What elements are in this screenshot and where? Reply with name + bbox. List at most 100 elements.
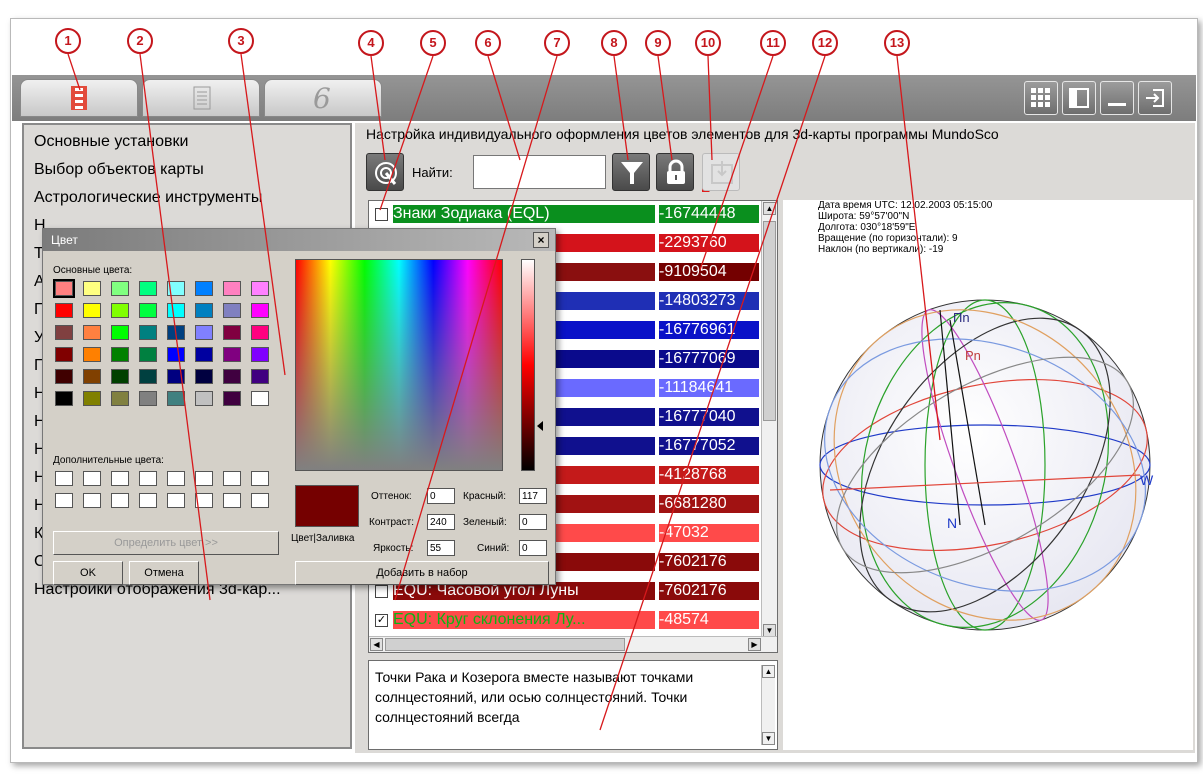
scroll-right-icon[interactable]: ▶ — [748, 638, 761, 651]
panel-button[interactable] — [1062, 81, 1096, 115]
sidebar-item-astro-tools[interactable]: Астрологические инструменты — [34, 189, 262, 207]
custom-color-swatch[interactable] — [195, 471, 213, 486]
basic-color-swatch[interactable] — [83, 303, 101, 318]
basic-color-swatch[interactable] — [167, 325, 185, 340]
find-input[interactable] — [473, 155, 606, 189]
sidebar-item-basic-settings[interactable]: Основные установки — [34, 133, 188, 151]
basic-color-swatch[interactable] — [111, 369, 129, 384]
basic-color-swatch[interactable] — [223, 281, 241, 296]
scroll-thumb[interactable] — [763, 221, 776, 421]
basic-color-swatch[interactable] — [251, 325, 269, 340]
tab-document[interactable] — [142, 79, 260, 117]
table-horizontal-scrollbar[interactable]: ◀ ▶ — [369, 636, 777, 652]
basic-color-swatch[interactable] — [195, 303, 213, 318]
description-scrollbar[interactable]: ▲ ▼ — [761, 665, 775, 745]
basic-color-swatch[interactable] — [223, 325, 241, 340]
custom-color-swatch[interactable] — [167, 493, 185, 508]
brightness-input[interactable] — [427, 540, 455, 556]
luminance-arrow-icon[interactable] — [537, 421, 543, 431]
define-color-button[interactable]: Определить цвет >> — [53, 531, 279, 555]
basic-color-swatch[interactable] — [139, 347, 157, 362]
custom-color-swatch[interactable] — [55, 493, 73, 508]
basic-color-swatch[interactable] — [111, 325, 129, 340]
basic-color-swatch[interactable] — [139, 325, 157, 340]
scroll-h-thumb[interactable] — [385, 638, 625, 651]
basic-color-swatch[interactable] — [167, 347, 185, 362]
color-spectrum[interactable] — [295, 259, 503, 471]
desc-scroll-up-icon[interactable]: ▲ — [762, 665, 775, 678]
basic-color-swatch[interactable] — [83, 347, 101, 362]
picker-button[interactable] — [366, 153, 404, 191]
scroll-up-icon[interactable]: ▲ — [763, 202, 776, 215]
basic-color-swatch[interactable] — [251, 391, 269, 406]
basic-color-swatch[interactable] — [83, 281, 101, 296]
basic-color-swatch[interactable] — [83, 369, 101, 384]
basic-color-swatch[interactable] — [139, 391, 157, 406]
basic-color-swatch[interactable] — [195, 325, 213, 340]
blue-input[interactable] — [519, 540, 547, 556]
basic-color-swatch[interactable] — [223, 369, 241, 384]
dialog-close-icon[interactable]: × — [533, 232, 549, 248]
basic-color-swatch[interactable] — [55, 391, 73, 406]
custom-color-swatch[interactable] — [223, 493, 241, 508]
basic-color-swatch[interactable] — [167, 281, 185, 296]
luminance-slider[interactable] — [521, 259, 535, 471]
custom-color-swatch[interactable] — [139, 493, 157, 508]
table-row[interactable]: ✓ EQU: Круг склонения Лу... -48574 — [369, 608, 761, 633]
ok-button[interactable]: OK — [53, 561, 123, 585]
basic-color-swatch[interactable] — [167, 391, 185, 406]
basic-color-swatch[interactable] — [139, 303, 157, 318]
row-checkbox[interactable] — [375, 585, 388, 598]
red-input[interactable] — [519, 488, 547, 504]
custom-color-swatch[interactable] — [139, 471, 157, 486]
custom-color-swatch[interactable] — [251, 493, 269, 508]
add-to-custom-button[interactable]: Добавить в набор — [295, 561, 549, 585]
custom-color-swatch[interactable] — [83, 471, 101, 486]
lock-button[interactable] — [656, 153, 694, 191]
tab-chart[interactable]: 6 — [264, 79, 382, 117]
sidebar-item-map-objects[interactable]: Выбор объектов карты — [34, 161, 204, 179]
custom-color-swatch[interactable] — [223, 471, 241, 486]
basic-color-swatch[interactable] — [167, 303, 185, 318]
table-row[interactable]: Знаки Зодиака (EQL) -16744448 — [369, 202, 761, 227]
desc-scroll-down-icon[interactable]: ▼ — [762, 732, 775, 745]
basic-color-swatch[interactable] — [55, 369, 73, 384]
basic-color-swatch[interactable] — [195, 391, 213, 406]
basic-color-swatch[interactable] — [223, 303, 241, 318]
basic-color-swatch[interactable] — [55, 347, 73, 362]
custom-color-swatch[interactable] — [111, 493, 129, 508]
basic-color-swatch[interactable] — [251, 303, 269, 318]
row-checkbox[interactable] — [375, 208, 388, 221]
custom-color-swatch[interactable] — [167, 471, 185, 486]
basic-color-swatch[interactable] — [139, 281, 157, 296]
green-input[interactable] — [519, 514, 547, 530]
basic-color-swatch[interactable] — [251, 369, 269, 384]
contrast-input[interactable] — [427, 514, 455, 530]
grid-button[interactable] — [1024, 81, 1058, 115]
table-vertical-scrollbar[interactable]: ▲ ▼ — [761, 201, 777, 638]
basic-color-swatch[interactable] — [223, 347, 241, 362]
basic-color-swatch[interactable] — [111, 347, 129, 362]
cancel-button[interactable]: Отмена — [129, 561, 199, 585]
basic-color-swatch[interactable] — [223, 391, 241, 406]
custom-color-swatch[interactable] — [251, 471, 269, 486]
basic-color-swatch[interactable] — [251, 281, 269, 296]
custom-color-swatch[interactable] — [83, 493, 101, 508]
custom-color-swatch[interactable] — [195, 493, 213, 508]
basic-color-swatch[interactable] — [55, 325, 73, 340]
basic-color-swatch[interactable] — [111, 303, 129, 318]
celestial-sphere[interactable]: N W Пn Pn — [810, 290, 1160, 640]
basic-color-swatch[interactable] — [111, 391, 129, 406]
tab-settings-list[interactable] — [20, 79, 138, 117]
export-button[interactable] — [702, 153, 740, 191]
filter-button[interactable] — [612, 153, 650, 191]
basic-color-swatch[interactable] — [251, 347, 269, 362]
basic-color-swatch[interactable] — [195, 281, 213, 296]
basic-color-swatch[interactable] — [167, 369, 185, 384]
scroll-left-icon[interactable]: ◀ — [370, 638, 383, 651]
custom-color-swatch[interactable] — [55, 471, 73, 486]
row-checkbox[interactable]: ✓ — [375, 614, 388, 627]
basic-color-swatch[interactable] — [111, 281, 129, 296]
basic-color-swatch[interactable] — [55, 303, 73, 318]
basic-color-swatch[interactable] — [53, 279, 75, 298]
